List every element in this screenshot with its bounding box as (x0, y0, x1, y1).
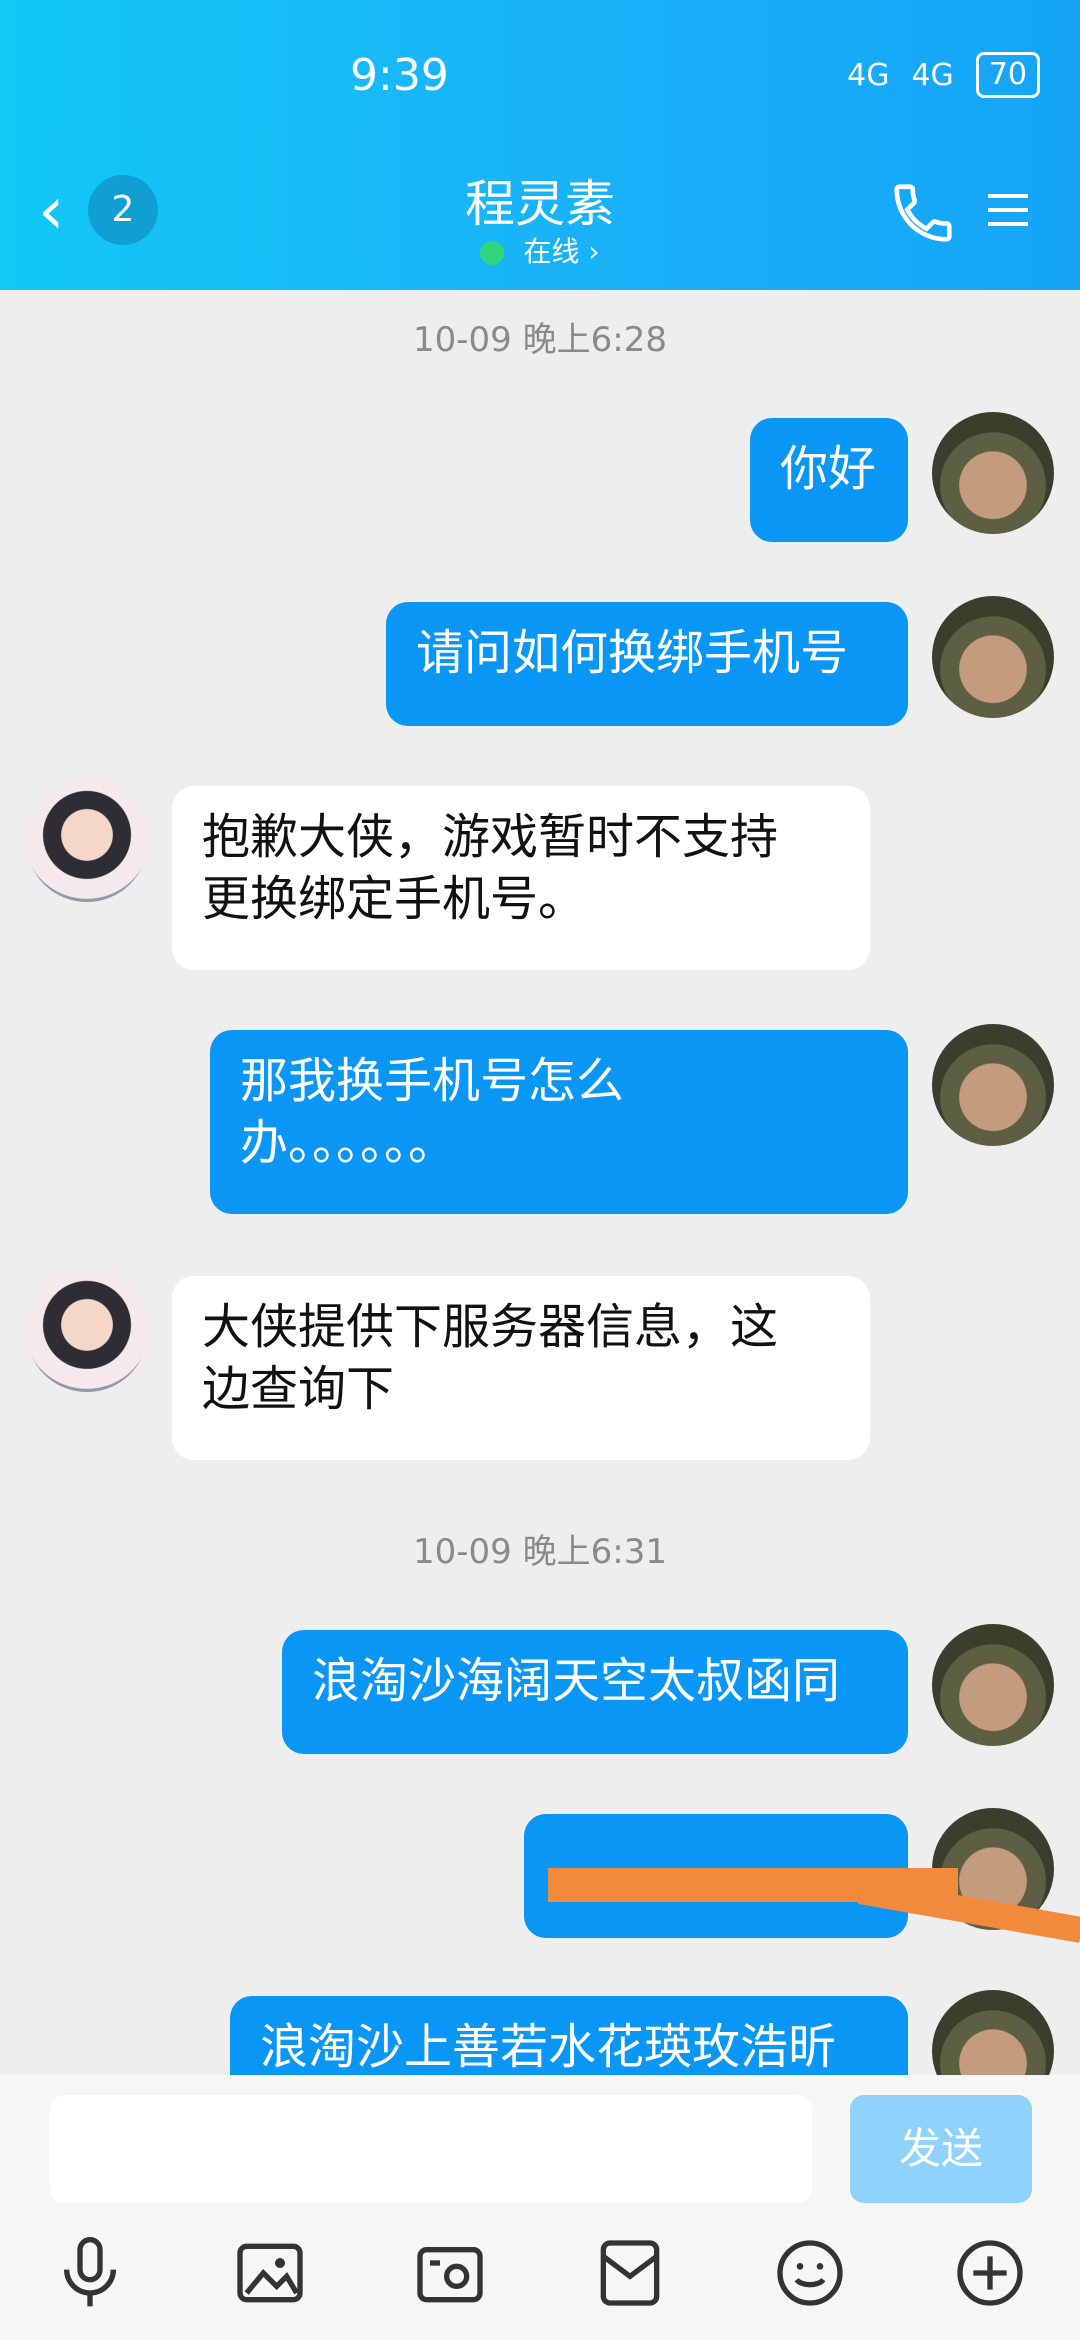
message-bubble-received[interactable]: 大侠提供下服务器信息，这 边查询下 (172, 1276, 870, 1460)
emoji-icon[interactable] (770, 2233, 850, 2313)
timestamp: 10-09 晚上6:31 (413, 1532, 667, 1572)
chevron-right-icon: › (588, 235, 600, 268)
chat-header: 9:39 4G 4G 70 ‹ 2 程灵素 在线 › (0, 0, 1080, 290)
contact-avatar[interactable] (26, 780, 148, 902)
plus-icon[interactable] (950, 2233, 1030, 2313)
message-text: 浪淘沙海阔天空太叔函同 (312, 1653, 841, 1709)
online-status-label: 在线 (523, 235, 580, 268)
message-bubble-sent[interactable]: 你好 (750, 418, 908, 542)
message-text: 请问如何换绑手机号 (416, 625, 849, 681)
status-time: 9:39 (350, 50, 449, 101)
message-input[interactable] (50, 2095, 812, 2203)
message-text: 那我换手机号怎么 (240, 1053, 625, 1109)
message-text: 抱歉大侠，游戏暂时不支持 (202, 809, 779, 865)
online-dot-icon (480, 241, 505, 265)
message-text: 边查询下 (202, 1361, 395, 1417)
user-avatar[interactable] (932, 1024, 1054, 1146)
user-avatar[interactable] (932, 1990, 1054, 2075)
message-text: 办。。。。。。 (240, 1115, 457, 1171)
message-bubble-sent[interactable]: 浪淘沙上善若水花瑛玫浩昕 (230, 1996, 908, 2075)
network-4g-icon: 4G (847, 57, 890, 93)
user-avatar[interactable] (932, 596, 1054, 718)
red-packet-icon[interactable] (590, 2233, 670, 2313)
image-icon[interactable] (230, 2233, 310, 2313)
user-avatar[interactable] (932, 412, 1054, 534)
contact-avatar[interactable] (26, 1270, 148, 1392)
message-text: 更换绑定手机号。 (202, 871, 587, 927)
message-text: 你好 (780, 441, 877, 497)
message-bubble-sent[interactable]: 浪淘沙海阔天空太叔函同 (282, 1630, 908, 1754)
user-avatar[interactable] (932, 1624, 1054, 1746)
camera-icon[interactable] (410, 2233, 490, 2313)
send-button[interactable]: 发送 (850, 2095, 1032, 2203)
menu-icon[interactable] (984, 186, 1032, 234)
message-bubble-sent[interactable]: 请问如何换绑手机号 (386, 602, 908, 726)
message-bubble-sent[interactable]: 那我换手机号怎么 办。。。。。。 (210, 1030, 908, 1214)
battery-icon: 70 (975, 52, 1040, 98)
phone-icon[interactable] (888, 178, 958, 248)
message-text: 大侠提供下服务器信息，这 (202, 1299, 779, 1355)
network-4g-icon: 4G (911, 57, 954, 93)
status-icons: 4G 4G 70 (847, 52, 1040, 98)
timestamp: 10-09 晚上6:28 (413, 320, 667, 360)
input-bar: 发送 (0, 2075, 1080, 2340)
message-text: 浪淘沙上善若水花瑛玫浩昕 (260, 2019, 837, 2075)
chat-area[interactable]: 10-09 晚上6:28 你好 请问如何换绑手机号 抱歉大侠，游戏暂时不支持 更… (0, 290, 1080, 2075)
microphone-icon[interactable] (50, 2233, 130, 2313)
message-bubble-received[interactable]: 抱歉大侠，游戏暂时不支持 更换绑定手机号。 (172, 786, 870, 970)
